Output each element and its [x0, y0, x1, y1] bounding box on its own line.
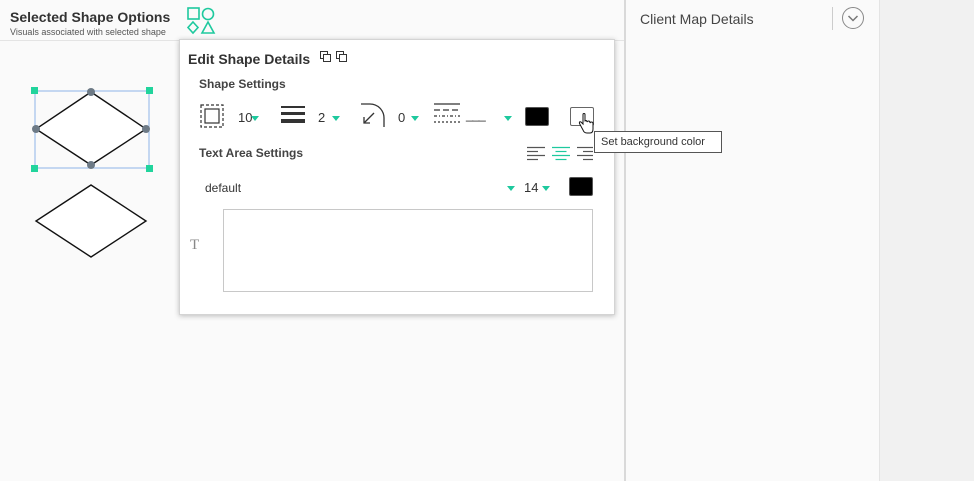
diamond-shape-selected[interactable]: [34, 91, 148, 166]
border-style-value[interactable]: ___: [466, 107, 486, 122]
connection-point[interactable]: [87, 88, 95, 96]
panel-subtitle: Visuals associated with selected shape: [10, 27, 166, 37]
border-width-dropdown[interactable]: [332, 116, 340, 121]
border-color-swatch[interactable]: [525, 107, 549, 126]
connection-point[interactable]: [142, 125, 150, 133]
header-separator: [832, 7, 833, 30]
resize-handle[interactable]: [146, 165, 153, 172]
padding-dropdown[interactable]: [251, 116, 259, 121]
font-family-select[interactable]: default: [205, 181, 241, 195]
font-family-dropdown[interactable]: [507, 186, 515, 191]
corner-radius-icon: [361, 103, 385, 127]
right-panel-title: Client Map Details: [640, 11, 754, 27]
align-right-icon[interactable]: [577, 146, 593, 162]
border-width-icon: [281, 106, 305, 123]
outer-gutter: [879, 0, 974, 481]
border-style-dropdown[interactable]: [504, 116, 512, 121]
border-style-icon: [434, 103, 460, 123]
shape-options-header: Selected Shape Options Visuals associate…: [0, 0, 624, 41]
text-color-swatch[interactable]: [569, 177, 593, 196]
connection-point[interactable]: [87, 161, 95, 169]
resize-handle[interactable]: [31, 165, 38, 172]
paste-icon[interactable]: [336, 51, 348, 63]
font-size-value[interactable]: 14: [524, 180, 538, 195]
edit-shape-details-popup: Edit Shape Details Shape Settings 10 2 0…: [179, 39, 615, 315]
corner-radius-dropdown[interactable]: [411, 116, 419, 121]
corner-radius-value[interactable]: 0: [398, 110, 405, 125]
client-map-details-panel: Client Map Details: [626, 0, 879, 481]
resize-handle[interactable]: [31, 87, 38, 94]
align-left-icon[interactable]: [527, 146, 545, 162]
padding-icon: [200, 104, 224, 128]
shapes-icon[interactable]: [186, 7, 216, 35]
background-color-tooltip: Set background color: [594, 131, 722, 153]
panel-title: Selected Shape Options: [10, 9, 171, 25]
hand-cursor-icon: [578, 113, 594, 134]
connection-point[interactable]: [32, 125, 40, 133]
resize-handle[interactable]: [146, 87, 153, 94]
text-area-settings-label: Text Area Settings: [199, 146, 304, 160]
font-size-dropdown[interactable]: [542, 186, 550, 191]
popup-title: Edit Shape Details: [188, 51, 311, 67]
diamond-shape[interactable]: [34, 184, 148, 258]
shape-settings-label: Shape Settings: [199, 77, 286, 91]
border-width-value[interactable]: 2: [318, 110, 325, 125]
text-icon: T: [190, 237, 200, 253]
chevron-down-circle-icon[interactable]: [842, 7, 864, 29]
shape-text-input[interactable]: [223, 209, 593, 292]
align-center-icon[interactable]: [552, 146, 570, 162]
copy-icon[interactable]: [320, 51, 332, 63]
